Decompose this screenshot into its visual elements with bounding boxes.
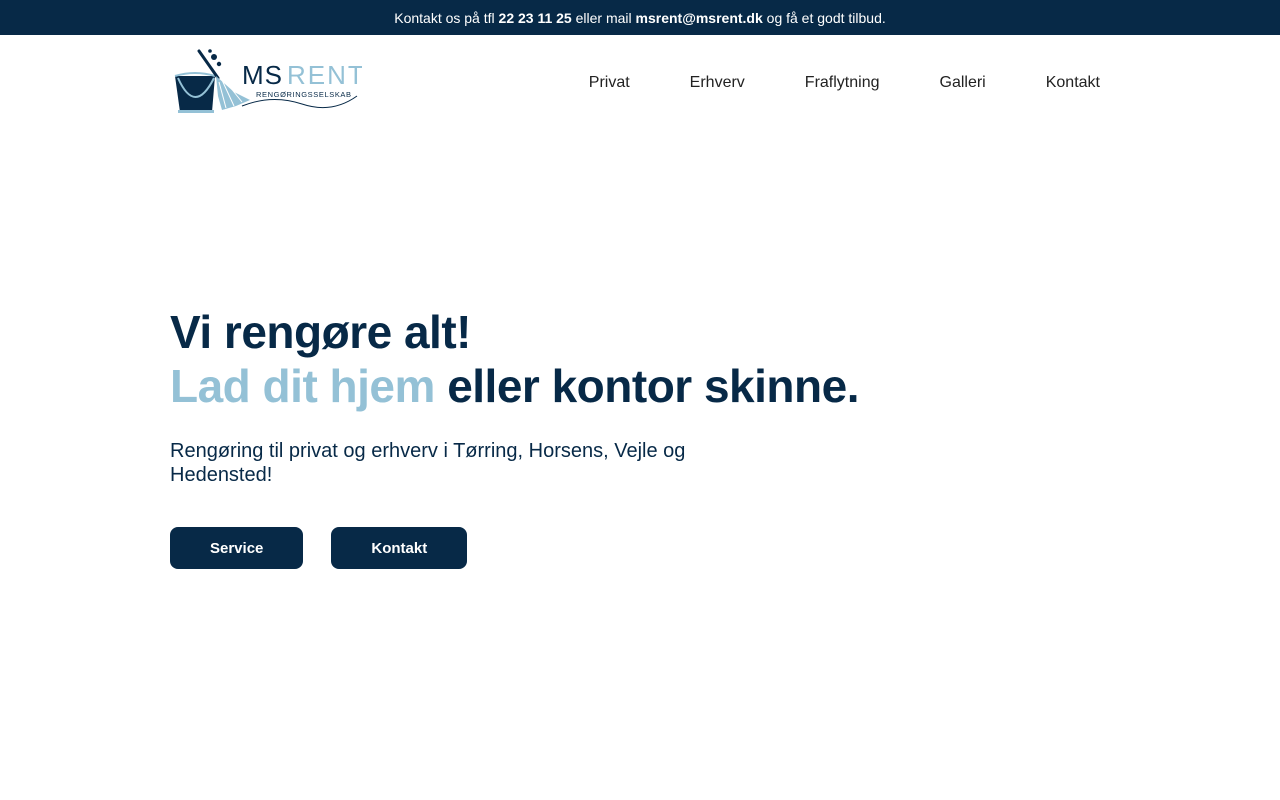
nav-item-privat[interactable]: Privat — [589, 74, 630, 92]
hero-title-line1: Vi rengøre alt! — [170, 306, 471, 358]
top-contact-bar: Kontakt os på tfl 22 23 11 25 eller mail… — [0, 0, 1280, 35]
logo-brand-dark: MS — [242, 60, 283, 90]
hero-title-highlight: Lad dit hjem — [170, 360, 435, 412]
bucket-mop-logo-icon: MS RENT RENGØRINGSSELSKAB — [174, 49, 362, 113]
topbar-phone[interactable]: 22 23 11 25 — [499, 10, 572, 26]
nav-item-erhverv[interactable]: Erhverv — [690, 74, 745, 92]
topbar-text-2: eller mail — [575, 9, 632, 26]
site-header: MS RENT RENGØRINGSSELSKAB Privat Erhverv… — [0, 35, 1280, 130]
logo-brand-light: RENT — [287, 60, 362, 90]
hero-title-line2-rest: eller kontor skinne. — [447, 360, 859, 412]
service-button[interactable]: Service — [170, 527, 304, 569]
logo-tagline: RENGØRINGSSELSKAB — [256, 90, 352, 99]
hero-subtitle: Rengøring til privat og erhverv i Tørrin… — [170, 440, 686, 486]
hero-buttons: Service Kontakt — [170, 527, 1070, 569]
nav-item-kontakt[interactable]: Kontakt — [1046, 74, 1100, 92]
kontakt-button[interactable]: Kontakt — [331, 527, 468, 569]
nav-item-galleri[interactable]: Galleri — [940, 74, 986, 92]
topbar-text-3: og få et godt tilbud. — [766, 9, 886, 26]
main-nav: Privat Erhverv Fraflytning Galleri Konta… — [589, 35, 1100, 130]
hero-section: Vi rengøre alt! Lad dit hjem eller konto… — [170, 305, 1070, 569]
hero-title: Vi rengøre alt! Lad dit hjem eller konto… — [170, 305, 1070, 413]
nav-item-fraflytning[interactable]: Fraflytning — [805, 74, 880, 92]
topbar-text-1: Kontakt os på tfl — [394, 9, 495, 26]
topbar-email[interactable]: msrent@msrent.dk — [636, 10, 763, 26]
logo[interactable]: MS RENT RENGØRINGSSELSKAB — [172, 48, 362, 118]
